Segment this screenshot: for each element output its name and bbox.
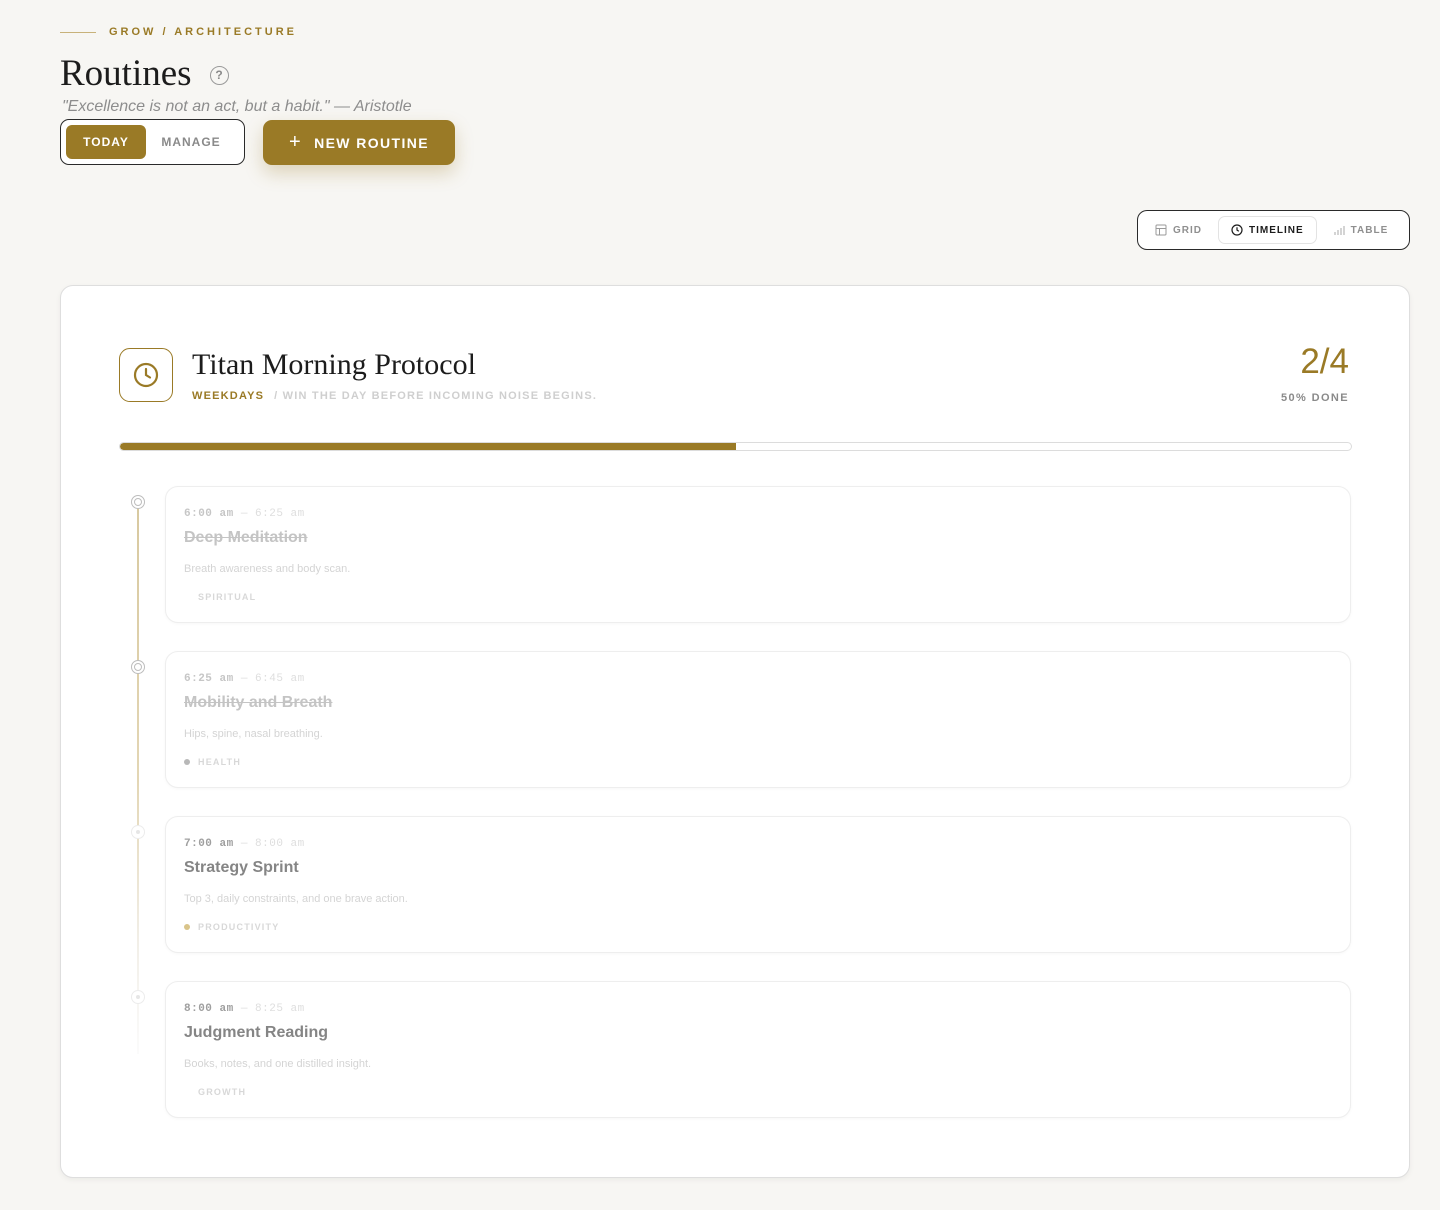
view-timeline-button[interactable]: TIMELINE: [1218, 216, 1317, 244]
routine-description: / WIN THE DAY BEFORE INCOMING NOISE BEGI…: [274, 390, 598, 402]
mode-toggle: TODAY MANAGE: [60, 119, 245, 165]
step-name: Judgment Reading: [184, 1024, 329, 1041]
breadcrumb: GROW / ARCHITECTURE: [60, 26, 297, 38]
timeline-node[interactable]: [131, 825, 145, 839]
step-note: Top 3, daily constraints, and one brave …: [184, 893, 408, 905]
routine-clock-icon: [119, 348, 173, 402]
step-tag: PRODUCTIVITY: [184, 922, 279, 932]
view-table-label: TABLE: [1350, 224, 1389, 236]
step-start-time: 6:25 am: [184, 673, 234, 685]
routine-step-card[interactable]: 8:00 am — 8:25 am Judgment Reading Books, …: [165, 981, 1351, 1118]
step-name: Mobility and Breath: [184, 694, 333, 711]
step-name: Deep Meditation: [184, 529, 308, 546]
view-grid-button[interactable]: GRID: [1143, 216, 1214, 244]
step-start-time: 8:00 am: [184, 1003, 234, 1015]
routine-name: Titan Morning Protocol: [192, 348, 476, 381]
step-tag-label: GROWTH: [198, 1087, 247, 1097]
step-tag: HEALTH: [184, 757, 241, 767]
title-row: Routines ?: [60, 52, 229, 96]
step-note: Books, notes, and one distilled insight.: [184, 1058, 372, 1070]
step-note: Breath awareness and body scan.: [184, 563, 351, 575]
step-end-time: 8:25 am: [255, 1003, 305, 1015]
view-table-button[interactable]: TABLE: [1321, 216, 1401, 244]
grid-icon: [1155, 224, 1167, 236]
view-switch: GRID TIMELINE TABLE: [1137, 210, 1410, 250]
step-tag: GROWTH: [184, 1087, 246, 1097]
step-note: Hips, spine, nasal breathing.: [184, 728, 323, 740]
step-time: 6:00 am — 6:25 am: [184, 508, 305, 520]
progress-bar: [119, 442, 1352, 451]
timeline-node[interactable]: [131, 990, 145, 1004]
new-routine-button[interactable]: + NEW ROUTINE: [263, 120, 455, 165]
breadcrumb-text: GROW / ARCHITECTURE: [109, 26, 297, 38]
step-end-time: 6:45 am: [255, 673, 305, 685]
step-time-separator: —: [240, 838, 248, 850]
tag-dot: [184, 759, 190, 765]
clock-icon: [1231, 224, 1243, 236]
today-button[interactable]: TODAY: [66, 125, 146, 159]
step-time-separator: —: [240, 1003, 248, 1015]
completion-ratio: 2/4: [1300, 342, 1349, 381]
timeline-line: [137, 502, 139, 1054]
routine-meta: WEEKDAYS / WIN THE DAY BEFORE INCOMING N…: [192, 390, 597, 402]
timeline-node[interactable]: [131, 495, 145, 509]
breadcrumb-rule: [60, 31, 96, 33]
routine-step-card[interactable]: 6:00 am — 6:25 am Deep Meditation Breath a…: [165, 486, 1351, 623]
routine-step-card[interactable]: 6:25 am — 6:45 am Mobility and Breath Hips…: [165, 651, 1351, 788]
step-time-separator: —: [240, 508, 248, 520]
step-tag: SPIRITUAL: [184, 592, 256, 602]
view-grid-label: GRID: [1173, 224, 1202, 236]
bar-chart-icon: [1334, 226, 1345, 235]
plus-icon: +: [288, 130, 303, 153]
routine-card: Titan Morning Protocol WEEKDAYS / WIN TH…: [60, 285, 1410, 1178]
step-start-time: 6:00 am: [184, 508, 234, 520]
new-routine-label: NEW ROUTINE: [314, 134, 430, 151]
timeline-node[interactable]: [131, 660, 145, 674]
step-tag-label: HEALTH: [198, 757, 242, 767]
routine-step-card[interactable]: 7:00 am — 8:00 am Strategy Sprint Top 3, d…: [165, 816, 1351, 953]
step-name: Strategy Sprint: [184, 859, 299, 876]
step-end-time: 6:25 am: [255, 508, 305, 520]
tag-dot: [184, 924, 190, 930]
page-title: Routines: [60, 53, 192, 94]
step-tag-label: PRODUCTIVITY: [198, 922, 280, 932]
step-start-time: 7:00 am: [184, 838, 234, 850]
view-timeline-label: TIMELINE: [1249, 224, 1304, 236]
page-quote: "Excellence is not an act, but a habit."…: [62, 98, 412, 115]
step-end-time: 8:00 am: [255, 838, 305, 850]
step-tag-label: SPIRITUAL: [198, 592, 257, 602]
step-time-separator: —: [240, 673, 248, 685]
step-time: 7:00 am — 8:00 am: [184, 838, 305, 850]
question-circle-icon[interactable]: ?: [209, 65, 229, 85]
step-time: 8:00 am — 8:25 am: [184, 1003, 305, 1015]
progress-fill: [120, 443, 736, 450]
manage-button[interactable]: MANAGE: [146, 125, 236, 159]
completion-label: 50% DONE: [1280, 392, 1349, 404]
step-time: 6:25 am — 6:45 am: [184, 673, 305, 685]
routine-days: WEEKDAYS: [192, 390, 265, 402]
